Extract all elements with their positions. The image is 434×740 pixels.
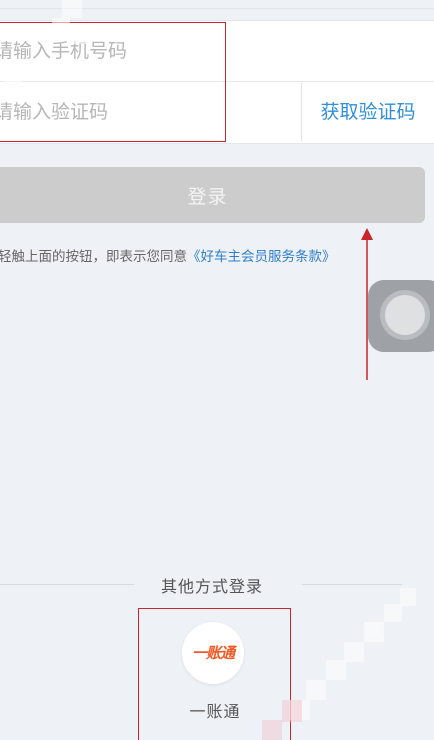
agreement-text: 轻触上面的按钮，即表示您同意《好车主会员服务条款》 [0,245,336,265]
assistive-touch-button[interactable] [368,280,434,352]
terms-link[interactable]: 《好车主会员服务条款》 [187,249,336,265]
assistive-touch-center [385,295,425,335]
top-edge [0,0,434,20]
agreement-prefix: 轻触上面的按钮，即表示您同意 [0,249,187,265]
yizhangtong-label: 一账通 [189,702,241,721]
login-page: 获取验证码 登录 轻触上面的按钮，即表示您同意《好车主会员服务条款》 其他方式登… [0,0,434,740]
login-form: 获取验证码 [0,20,434,144]
phone-input[interactable] [0,21,300,81]
divider [0,8,434,9]
code-row: 获取验证码 [0,82,434,142]
yizhangtong-logo-icon: 一账通 [182,622,244,684]
yizhangtong-logo-text: 一账通 [191,644,235,662]
yizhangtong-login-option[interactable]: 一账通 一账通 [140,610,290,740]
login-button[interactable]: 登录 [0,167,425,223]
phone-row [0,21,434,82]
other-login-title: 其他方式登录 [160,577,263,596]
get-verification-code-button[interactable]: 获取验证码 [302,82,434,142]
verification-code-input[interactable] [0,82,300,142]
